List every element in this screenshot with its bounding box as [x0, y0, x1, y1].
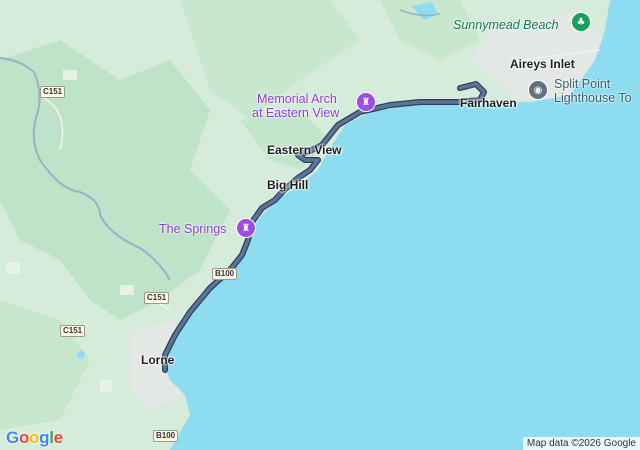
monument-icon[interactable]: ♜	[356, 92, 376, 112]
lake	[77, 351, 85, 359]
map-canvas[interactable]: C151 C151 C151 B100 B100 Sunnymead Beach…	[0, 0, 640, 450]
poi-split-point-line1[interactable]: Split Point	[554, 77, 610, 91]
poi-split-point-line2[interactable]: Lighthouse To	[554, 91, 632, 105]
map-attribution[interactable]: Map data ©2026 Google	[522, 437, 640, 450]
poi-memorial-arch-line2[interactable]: at Eastern View	[252, 106, 339, 120]
tree-icon[interactable]: ♣	[571, 12, 591, 32]
place-sunnymead-beach[interactable]: Sunnymead Beach	[453, 18, 559, 32]
road-shield-c151: C151	[40, 86, 66, 98]
landmark-icon[interactable]: ◉	[528, 80, 548, 100]
google-logo[interactable]: Google	[6, 428, 63, 448]
town-aireys-inlet[interactable]: Aireys Inlet	[510, 57, 575, 71]
road-shield-b100: B100	[212, 268, 238, 280]
town-lorne[interactable]: Lorne	[141, 353, 174, 367]
road-shield-b100: B100	[153, 430, 179, 442]
town-eastern-view[interactable]: Eastern View	[267, 143, 341, 157]
poi-memorial-arch-line1[interactable]: Memorial Arch	[257, 92, 337, 106]
town-big-hill[interactable]: Big Hill	[267, 178, 308, 192]
road-shield-c151: C151	[144, 292, 170, 304]
monument-icon[interactable]: ♜	[236, 218, 256, 238]
poi-the-springs[interactable]: The Springs	[159, 222, 226, 236]
town-fairhaven[interactable]: Fairhaven	[460, 96, 517, 110]
road-shield-c151: C151	[60, 325, 86, 337]
